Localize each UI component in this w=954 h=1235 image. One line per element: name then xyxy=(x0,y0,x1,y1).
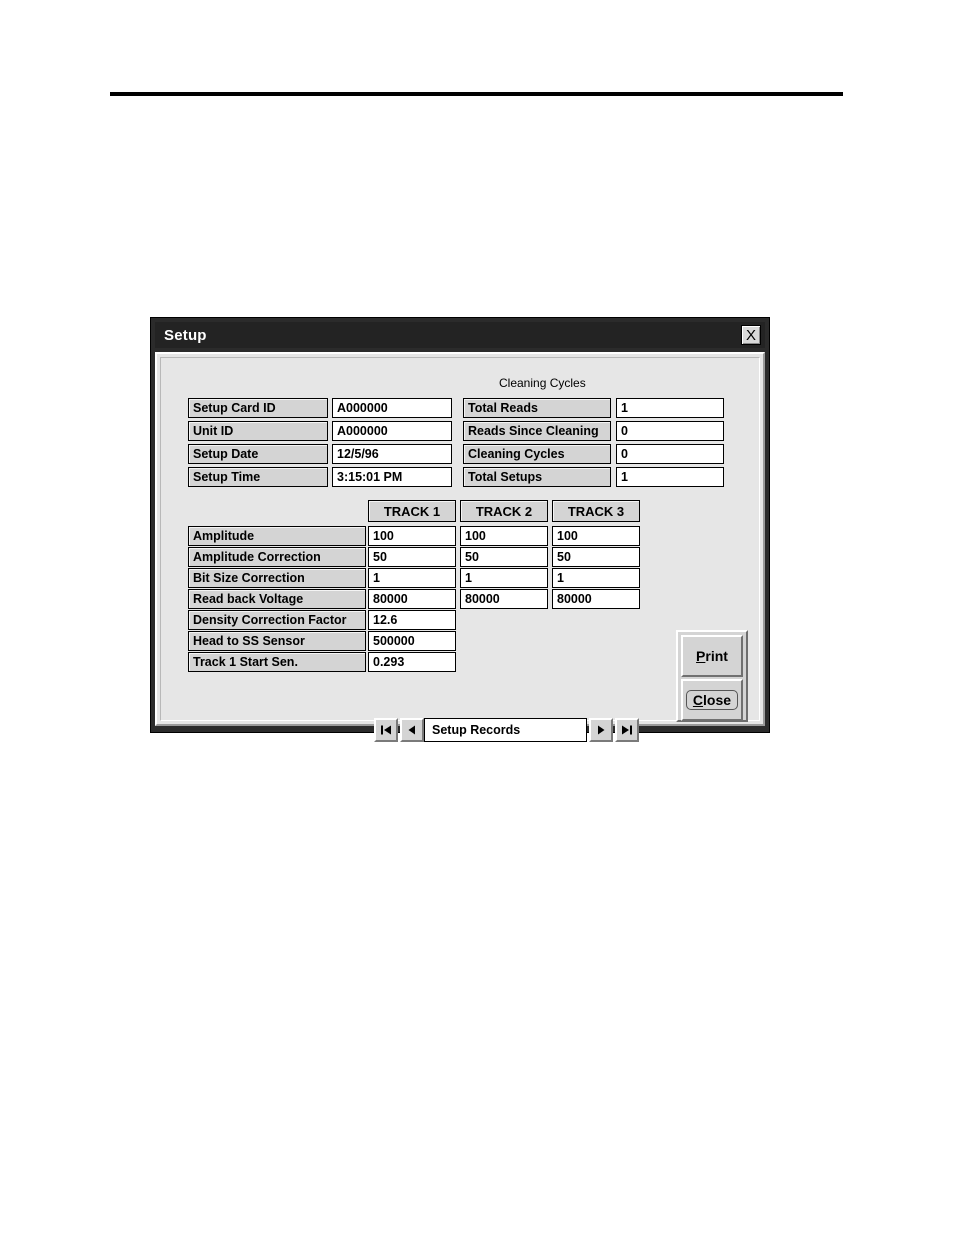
field-value-reads-since-cleaning[interactable]: 0 xyxy=(616,421,724,441)
field-label-setup-card-id: Setup Card ID xyxy=(188,398,328,418)
track-row-read-back-voltage-track2[interactable]: 80000 xyxy=(460,589,548,609)
field-label-total-reads: Total Reads xyxy=(463,398,611,418)
track-row-label-bit-size-correction: Bit Size Correction xyxy=(188,568,366,588)
dialog-content-inner: Cleaning Cycles Setup Card ID A000000 Un… xyxy=(160,357,760,742)
track-row-bit-size-correction-track2[interactable]: 1 xyxy=(460,568,548,588)
print-mnemonic: P xyxy=(696,648,706,664)
dialog-titlebar: Setup X xyxy=(155,322,765,348)
field-label-unit-id: Unit ID xyxy=(188,421,328,441)
track-row-label-head-to-ss-sensor: Head to SS Sensor xyxy=(188,631,366,651)
record-navigator: Setup Records xyxy=(374,718,639,742)
page-header-rule xyxy=(110,92,843,96)
track-header-2[interactable]: TRACK 2 xyxy=(460,500,548,522)
dialog-title: Setup xyxy=(164,326,207,344)
field-label-reads-since-cleaning: Reads Since Cleaning xyxy=(463,421,611,441)
track-row-read-back-voltage-track3[interactable]: 80000 xyxy=(552,589,640,609)
track-row-head-to-ss-sensor-track1[interactable]: 500000 xyxy=(368,631,456,651)
track-row-label-amplitude: Amplitude xyxy=(188,526,366,546)
action-button-group: Print Close xyxy=(676,630,748,722)
track-row-label-density-correction-factor: Density Correction Factor xyxy=(188,610,366,630)
track-header-1[interactable]: TRACK 1 xyxy=(368,500,456,522)
last-record-icon[interactable] xyxy=(615,718,639,742)
track-row-bit-size-correction-track3[interactable]: 1 xyxy=(552,568,640,588)
track-row-read-back-voltage-track1[interactable]: 80000 xyxy=(368,589,456,609)
field-value-cleaning-cycles[interactable]: 0 xyxy=(616,444,724,464)
field-label-setup-date: Setup Date xyxy=(188,444,328,464)
record-navigator-label[interactable]: Setup Records xyxy=(424,718,587,742)
close-button-label: Close xyxy=(685,689,739,711)
next-record-icon[interactable] xyxy=(589,718,613,742)
field-label-setup-time: Setup Time xyxy=(188,467,328,487)
close-button[interactable]: Close xyxy=(681,679,743,721)
track-row-amplitude-correction-track3[interactable]: 50 xyxy=(552,547,640,567)
field-label-cleaning-cycles: Cleaning Cycles xyxy=(463,444,611,464)
track-row-amplitude-correction-track1[interactable]: 50 xyxy=(368,547,456,567)
track-row-track-1-start-sen-track1[interactable]: 0.293 xyxy=(368,652,456,672)
field-value-setup-card-id[interactable]: A000000 xyxy=(332,398,452,418)
track-row-amplitude-track1[interactable]: 100 xyxy=(368,526,456,546)
track-row-amplitude-correction-track2[interactable]: 50 xyxy=(460,547,548,567)
field-value-total-reads[interactable]: 1 xyxy=(616,398,724,418)
print-button[interactable]: Print xyxy=(681,635,743,677)
dialog-content-panel: Cleaning Cycles Setup Card ID A000000 Un… xyxy=(155,352,765,742)
previous-record-icon[interactable] xyxy=(400,718,424,742)
print-label-rest: rint xyxy=(705,648,728,664)
close-mnemonic: C xyxy=(692,691,704,708)
close-window-icon[interactable]: X xyxy=(741,325,761,345)
track-row-density-correction-factor-track1[interactable]: 12.6 xyxy=(368,610,456,630)
track-row-label-track-1-start-sen: Track 1 Start Sen. xyxy=(188,652,366,672)
track-row-bit-size-correction-track1[interactable]: 1 xyxy=(368,568,456,588)
track-row-amplitude-track3[interactable]: 100 xyxy=(552,526,640,546)
setup-dialog: Setup X Cleaning Cycles Setup Card ID A0… xyxy=(150,317,770,742)
track-row-amplitude-track2[interactable]: 100 xyxy=(460,526,548,546)
track-row-label-read-back-voltage: Read back Voltage xyxy=(188,589,366,609)
close-label-rest: lose xyxy=(703,691,732,708)
field-value-total-setups[interactable]: 1 xyxy=(616,467,724,487)
first-record-icon[interactable] xyxy=(374,718,398,742)
field-value-setup-date[interactable]: 12/5/96 xyxy=(332,444,452,464)
track-row-label-amplitude-correction: Amplitude Correction xyxy=(188,547,366,567)
field-value-unit-id[interactable]: A000000 xyxy=(332,421,452,441)
field-value-setup-time[interactable]: 3:15:01 PM xyxy=(332,467,452,487)
track-header-3[interactable]: TRACK 3 xyxy=(552,500,640,522)
cleaning-cycles-group-label: Cleaning Cycles xyxy=(499,376,586,390)
print-button-label: Print xyxy=(696,648,728,664)
field-label-total-setups: Total Setups xyxy=(463,467,611,487)
